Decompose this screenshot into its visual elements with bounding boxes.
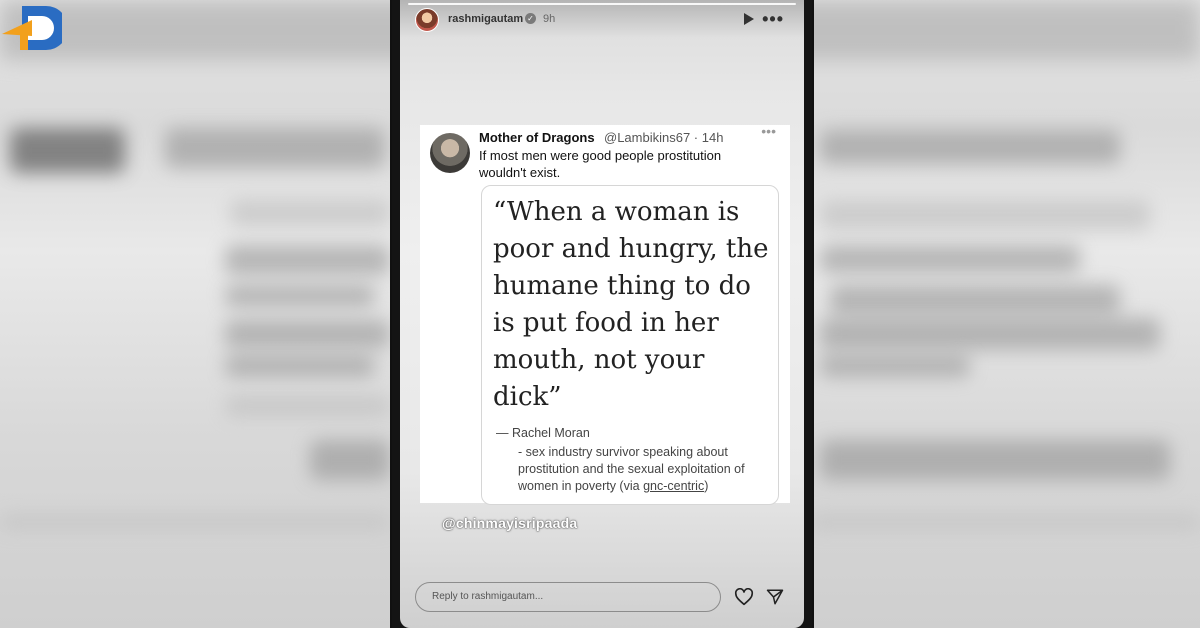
tweet-handle-time: @Lambikins67 · 14h: [604, 130, 724, 145]
mention-sticker[interactable]: @chinmayisripaada: [442, 515, 577, 531]
attribution-desc-suffix: ): [704, 479, 709, 493]
quote-text: “When a woman is poor and hungry, the hu…: [493, 197, 769, 412]
play-icon[interactable]: [744, 13, 754, 25]
heart-icon[interactable]: [734, 588, 754, 606]
tweet-avatar: [430, 133, 470, 173]
quote-image-card: “When a woman is poor and hungry, the hu…: [481, 185, 779, 505]
attribution-link: gnc-centric: [643, 479, 705, 493]
more-options-icon[interactable]: •••: [762, 9, 784, 30]
story-progress-bar: [408, 3, 796, 5]
story-timestamp: 9h: [543, 13, 556, 25]
story-username[interactable]: rashmigautam: [448, 13, 523, 25]
tweet-text: If most men were good people prostitutio…: [479, 148, 722, 180]
reply-input[interactable]: Reply to rashmigautam...: [415, 582, 721, 612]
attribution-desc-prefix: - sex industry survivor speaking about p…: [518, 445, 745, 493]
story-header: rashmigautam ✓ 9h •••: [400, 0, 804, 38]
story-viewer: rashmigautam ✓ 9h ••• Mother of Dragons …: [390, 0, 814, 628]
tweet-card: Mother of Dragons @Lambikins67 · 14h •••…: [420, 123, 790, 505]
verified-badge-icon: ✓: [525, 13, 536, 24]
avatar[interactable]: [415, 8, 439, 32]
tweet-display-name: Mother of Dragons: [479, 130, 595, 145]
story-content: rashmigautam ✓ 9h ••• Mother of Dragons …: [400, 0, 804, 628]
quote-attribution-description: - sex industry survivor speaking about p…: [518, 444, 768, 495]
quote-attribution: — Rachel Moran: [496, 426, 590, 440]
send-icon[interactable]: [766, 588, 784, 606]
tweet-more-icon: •••: [761, 123, 776, 139]
watermark-logo-icon: [2, 6, 62, 50]
